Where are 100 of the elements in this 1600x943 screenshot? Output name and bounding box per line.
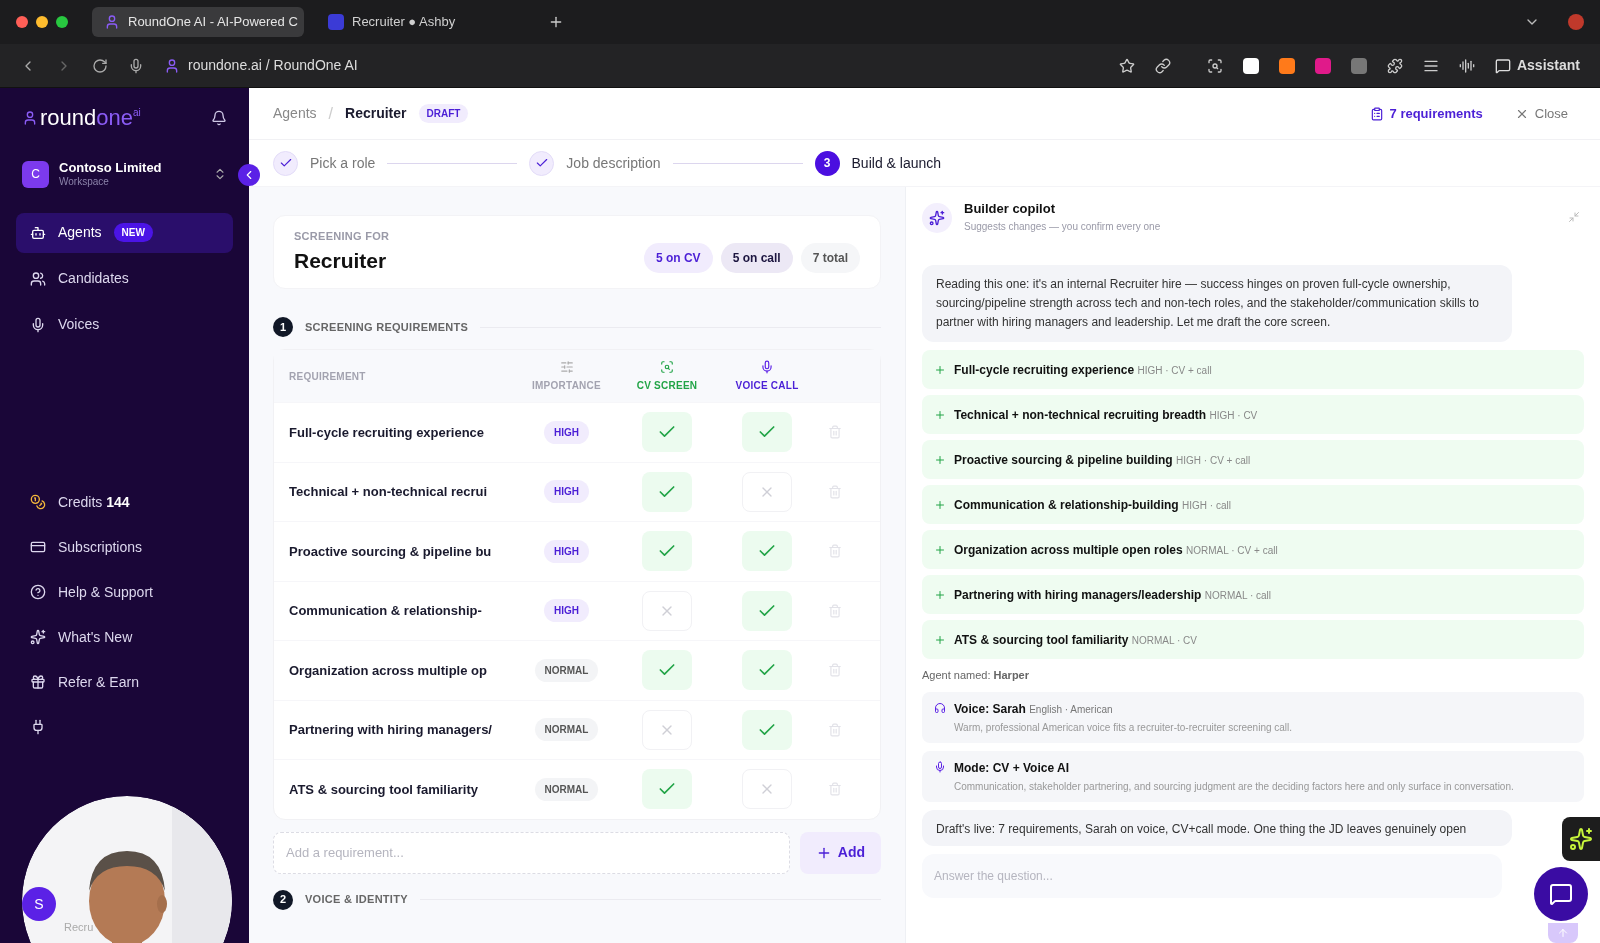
requirement-name: Partnering with hiring managers/: [289, 721, 493, 739]
check-toggle[interactable]: [642, 412, 692, 453]
suggestion-row[interactable]: Full-cycle recruiting experience HIGH · CV + call: [922, 350, 1584, 389]
maximize-window-icon[interactable]: [56, 16, 68, 28]
importance-badge[interactable]: NORMAL: [534, 777, 599, 801]
profile-avatar[interactable]: [1568, 14, 1584, 30]
audio-icon[interactable]: [1458, 57, 1475, 74]
browser-tab[interactable]: Recruiter ● Ashby: [316, 7, 528, 37]
requirement-name: Full-cycle recruiting experience: [289, 423, 486, 442]
importance-badge[interactable]: NORMAL: [534, 658, 599, 682]
importance-badge[interactable]: HIGH: [544, 539, 589, 563]
requirement-input[interactable]: Add a requirement...: [273, 831, 790, 874]
close-window-icon[interactable]: [16, 16, 28, 28]
wizard-step[interactable]: 3 Build & launch: [814, 150, 942, 176]
count-pill: 7 total: [800, 243, 860, 273]
suggestion-row[interactable]: Technical + non-technical recruiting breadth HIGH · CV: [922, 395, 1584, 434]
workspace-avatar: C: [22, 160, 49, 188]
reload-icon[interactable]: [92, 57, 108, 74]
bookmark-star-icon[interactable]: [1118, 57, 1135, 74]
wizard-step[interactable]: Pick a role: [273, 150, 376, 176]
extension-icon[interactable]: [1278, 57, 1295, 74]
check-toggle[interactable]: [642, 650, 692, 691]
person-icon: [104, 14, 120, 30]
plus-icon: [934, 633, 946, 646]
check-toggle[interactable]: [742, 412, 792, 453]
nav-item[interactable]: Help & Support: [16, 572, 233, 612]
nav-item[interactable]: What's New: [16, 617, 233, 657]
workspace-switcher[interactable]: C Contoso Limited Workspace: [16, 160, 233, 189]
requirement-name: ATS & sourcing tool familiarity: [289, 780, 479, 799]
suggestion-row[interactable]: Proactive sourcing & pipeline building HIGH · CV + call: [922, 440, 1584, 479]
importance-badge[interactable]: HIGH: [544, 599, 589, 623]
microphone-icon: [30, 316, 46, 333]
plus-icon: [934, 498, 946, 511]
message-bubble: Draft's live: 7 requirements, Sarah on voice, CV+call mode. One thing the JD leaves genuinely open: [922, 809, 1512, 846]
step-number: 2: [273, 889, 293, 910]
chat-icon: [1494, 57, 1511, 74]
requirement-name: Organization across multiple op: [289, 661, 488, 680]
add-button[interactable]: Add: [799, 831, 881, 874]
plus-icon: [934, 588, 946, 601]
cross-toggle[interactable]: [642, 590, 692, 631]
new-tab-icon[interactable]: [548, 14, 564, 30]
breadcrumb-link[interactable]: Agents: [273, 103, 317, 124]
puzzle-icon[interactable]: [1386, 57, 1403, 74]
requirements-link[interactable]: 7 requirements: [1369, 103, 1483, 124]
suggestion-row[interactable]: Communication & relationship-building HIGH · call: [922, 485, 1584, 524]
nav-item[interactable]: Agents NEW: [16, 212, 233, 253]
browser-tab[interactable]: RoundOne AI - AI-Powered C: [92, 7, 304, 37]
message-bubble: Reading this one: it's an internal Recruiter hire — success hinges on proven full-cycle ownership, sourcing/pipeline strength across tech and non-tech roles, and the stakeholder/communication skills to partner with hiring managers and leadership. Let me draft the core screen.: [922, 265, 1512, 342]
info-card: Voice: Sarah English · American Warm, professional American voice fits a recruiter-to-recruiter screening call.: [922, 691, 1584, 743]
suggestion-row[interactable]: ATS & sourcing tool familiarity NORMAL · CV: [922, 620, 1584, 659]
collapse-sidebar-button[interactable]: [238, 164, 260, 186]
check-toggle[interactable]: [742, 709, 792, 750]
minimize-icon[interactable]: [1568, 211, 1580, 223]
sliders-icon: [559, 359, 574, 374]
nav-item[interactable]: Subscriptions: [16, 527, 233, 567]
nav-item[interactable]: Voices: [16, 304, 233, 345]
nav-item[interactable]: Credits 144: [16, 482, 233, 522]
nav-item[interactable]: Candidates: [16, 258, 233, 299]
importance-badge[interactable]: HIGH: [544, 480, 589, 504]
link-icon[interactable]: [1154, 57, 1171, 74]
count-pill: 5 on CV: [643, 243, 713, 273]
check-toggle[interactable]: [742, 531, 792, 572]
new-badge: NEW: [113, 223, 153, 243]
role-title: Recruiter: [294, 247, 388, 274]
check-toggle[interactable]: [642, 471, 692, 512]
cross-toggle[interactable]: [742, 769, 792, 810]
column-header: IMPORTANCE: [532, 378, 601, 393]
notification-bell-icon[interactable]: [211, 110, 227, 126]
search-icon[interactable]: [1206, 57, 1223, 74]
logo: roundone$^{ai}$: [22, 107, 141, 129]
column-header: REQUIREMENT: [289, 369, 367, 384]
close-button[interactable]: Close: [1514, 103, 1568, 124]
check-toggle[interactable]: [642, 769, 692, 810]
nav-item[interactable]: Refer & Earn: [16, 662, 233, 702]
microphone-icon: [760, 359, 774, 374]
cross-toggle[interactable]: [642, 709, 692, 750]
extension-icon[interactable]: [1242, 57, 1259, 74]
arrow-up-icon: [1557, 927, 1569, 939]
plus-icon: [934, 543, 946, 556]
check-icon: [278, 156, 293, 170]
importance-badge[interactable]: HIGH: [544, 420, 589, 444]
draft-badge: DRAFT: [418, 104, 469, 123]
send-button[interactable]: [1548, 923, 1578, 943]
assistant-button[interactable]: Assistant: [1494, 55, 1580, 76]
address-bar[interactable]: roundone.ai / RoundOne AI: [188, 55, 358, 76]
check-toggle[interactable]: [742, 590, 792, 631]
requirement-name: Communication & relationship-: [289, 602, 483, 620]
suggestion-row[interactable]: Organization across multiple open roles NORMAL · CV + call: [922, 530, 1584, 569]
agent-name-note: Agent named: Harper: [922, 668, 1031, 683]
check-toggle[interactable]: [642, 531, 692, 572]
sparkle-icon: [30, 629, 46, 646]
minimize-window-icon[interactable]: [36, 16, 48, 28]
answer-field[interactable]: Answer the question...: [922, 853, 1502, 898]
chat-button[interactable]: [1534, 867, 1588, 921]
wizard-step[interactable]: Job description: [529, 150, 661, 176]
check-toggle[interactable]: [742, 650, 792, 691]
microphone-icon[interactable]: [128, 57, 144, 74]
importance-badge[interactable]: NORMAL: [534, 718, 599, 742]
suggestion-row[interactable]: Partnering with hiring managers/leadership NORMAL · call: [922, 575, 1584, 614]
cross-toggle[interactable]: [742, 471, 792, 512]
